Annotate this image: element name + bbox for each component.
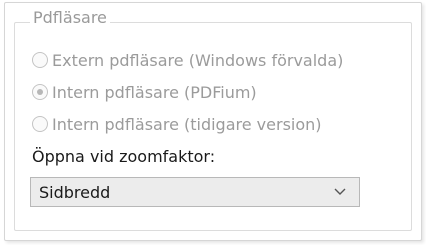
radio-label: Extern pdfläsare (Windows förvalda) (52, 50, 344, 70)
radio-external-reader[interactable]: Extern pdfläsare (Windows förvalda) (32, 49, 343, 71)
dialog-frame: Pdfläsare Extern pdfläsare (Windows förv… (0, 0, 426, 245)
zoom-factor-select[interactable]: Sidbredd (30, 177, 360, 207)
radio-internal-legacy[interactable]: Intern pdfläsare (tidigare version) (32, 113, 322, 135)
zoom-factor-label: Öppna vid zoomfaktor: (32, 147, 216, 166)
group-title: Pdfläsare (30, 8, 110, 28)
radio-internal-pdfium[interactable]: Intern pdfläsare (PDFium) (32, 81, 257, 103)
radio-button-selected[interactable] (32, 84, 48, 100)
radio-label: Intern pdfläsare (tidigare version) (52, 114, 322, 134)
radio-button[interactable] (32, 116, 48, 132)
radio-button[interactable] (32, 52, 48, 68)
radio-label: Intern pdfläsare (PDFium) (52, 82, 257, 102)
zoom-factor-value: Sidbredd (39, 182, 111, 202)
chevron-down-icon (334, 188, 346, 195)
